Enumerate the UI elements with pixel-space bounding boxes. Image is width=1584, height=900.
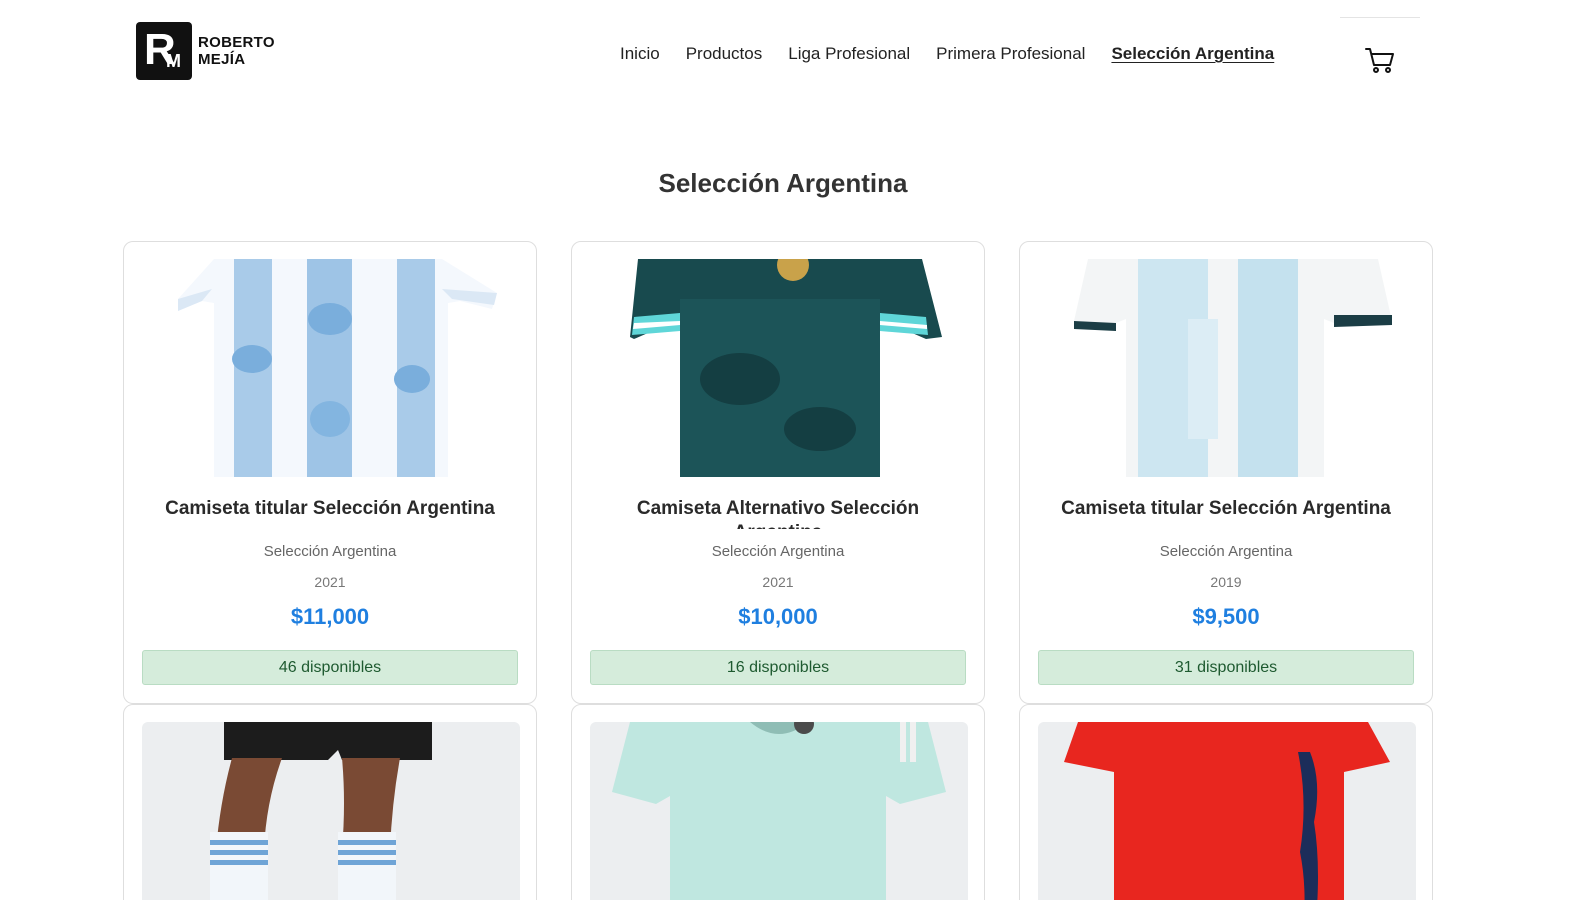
page-title: Selección Argentina (658, 168, 908, 198)
product-image (590, 722, 968, 900)
product-price: $9,500 (1192, 604, 1260, 629)
product-grid: Camiseta titular Selección Argentina Sel… (123, 241, 1433, 900)
logo-mark-m: M (166, 51, 181, 71)
brand-logo[interactable]: R M ROBERTO MEJÍA (136, 22, 275, 80)
nav-item-inicio[interactable]: Inicio (620, 42, 660, 66)
product-image (590, 259, 968, 477)
nav-item-primera-profesional[interactable]: Primera Profesional (936, 42, 1085, 66)
product-category: Selección Argentina (263, 543, 397, 560)
logo-mark: R M (136, 22, 192, 80)
nav-item-productos[interactable]: Productos (686, 42, 763, 66)
nav-item-liga-profesional[interactable]: Liga Profesional (788, 42, 910, 66)
logo-line-1: ROBERTO (198, 34, 275, 51)
product-image (142, 722, 520, 900)
product-title[interactable]: Camiseta Alternativo Selección Argentina (590, 497, 966, 529)
product-title[interactable]: Camiseta titular Selección Argentina (142, 497, 518, 529)
product-year: 2019 (1210, 574, 1242, 590)
product-category: Selección Argentina (1159, 543, 1293, 560)
product-card[interactable] (1019, 704, 1433, 900)
product-card[interactable]: Camiseta titular Selección Argentina Sel… (1019, 241, 1433, 704)
product-image (142, 259, 520, 477)
product-year: 2021 (762, 574, 794, 590)
stock-badge: 16 disponibles (590, 650, 966, 685)
product-card[interactable]: Camiseta titular Selección Argentina Sel… (123, 241, 537, 704)
logo-text: ROBERTO MEJÍA (198, 34, 275, 68)
product-card[interactable] (571, 704, 985, 900)
product-card[interactable]: Camiseta Alternativo Selección Argentina… (571, 241, 985, 704)
product-price: $10,000 (738, 604, 818, 629)
product-card[interactable] (123, 704, 537, 900)
stock-badge: 46 disponibles (142, 650, 518, 685)
cart-icon[interactable] (1365, 46, 1395, 74)
main-nav: Inicio Productos Liga Profesional Primer… (620, 42, 1300, 66)
product-image (1038, 259, 1416, 477)
nav-item-seleccion-argentina[interactable]: Selección Argentina (1111, 42, 1274, 66)
logo-line-2: MEJÍA (198, 51, 246, 68)
stock-badge: 31 disponibles (1038, 650, 1414, 685)
product-category: Selección Argentina (711, 543, 845, 560)
product-title[interactable]: Camiseta titular Selección Argentina (1038, 497, 1414, 529)
header-divider (1340, 17, 1420, 18)
product-year: 2021 (314, 574, 346, 590)
site-header: R M ROBERTO MEJÍA Inicio Productos Liga … (0, 0, 1584, 110)
product-price: $11,000 (290, 604, 370, 629)
product-image (1038, 722, 1416, 900)
